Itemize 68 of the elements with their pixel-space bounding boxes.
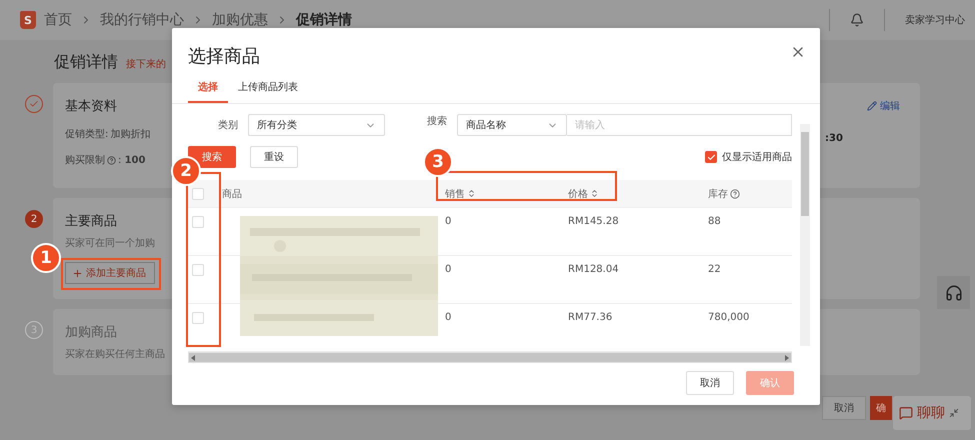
table-cell-text: 0 — [445, 216, 452, 227]
table-cell-text: 0 — [445, 264, 452, 275]
sort-icon[interactable] — [467, 189, 476, 198]
field-label: 购买限制 — [65, 154, 105, 167]
category-label: 类别 — [218, 118, 238, 132]
column-header[interactable]: 价格 — [568, 186, 588, 200]
table-cell-text: RM77.36 — [568, 312, 614, 323]
reset-button[interactable]: 重设 — [250, 146, 298, 168]
table-cell-text: RM145.28 — [568, 216, 620, 227]
horizontal-scrollbar[interactable] — [188, 352, 792, 363]
pencil-icon — [867, 101, 877, 111]
table-cell-text: 0 — [445, 312, 452, 323]
confirm-button[interactable]: 确 — [870, 396, 892, 420]
breadcrumb-item[interactable]: 首页 — [44, 11, 72, 29]
table-cell-text: 22 — [708, 264, 722, 275]
breadcrumb-item[interactable]: 促销详情 — [296, 11, 352, 29]
edit-link[interactable]: 编辑 — [867, 99, 900, 113]
column-header: 商品 — [222, 188, 242, 200]
chat-label: 聊聊 — [917, 404, 945, 422]
search-label: 搜索 — [427, 114, 447, 129]
bell-icon[interactable] — [850, 13, 864, 27]
step-marker: 2 — [25, 210, 43, 228]
row-checkbox[interactable] — [192, 216, 204, 228]
field-value: : 100 — [118, 154, 146, 166]
card-description: 买家可在同一个加购 — [65, 236, 155, 250]
modal-title: 选择商品 — [188, 45, 260, 68]
tab[interactable]: 上传商品列表 — [228, 76, 308, 103]
field-value: :30 — [825, 133, 843, 144]
category-select[interactable]: 所有分类 — [248, 114, 385, 136]
row-checkbox[interactable] — [192, 312, 204, 324]
search-field[interactable]: 请输入 — [567, 114, 792, 136]
card-title: 加购商品 — [65, 324, 117, 341]
breadcrumb-item[interactable]: 加购优惠 — [212, 11, 268, 29]
column-header[interactable]: 销售 — [445, 186, 465, 200]
logo-icon[interactable]: S — [20, 11, 36, 29]
column-header: 库存 — [708, 188, 728, 200]
chat-widget[interactable]: 聊聊 — [893, 396, 971, 430]
field-label: 促销类型: — [65, 128, 108, 141]
field-value: 加购折扣 — [110, 128, 150, 141]
chat-icon — [899, 406, 913, 420]
check-icon — [29, 99, 39, 109]
headset-icon[interactable] — [937, 276, 970, 309]
help-icon — [730, 188, 740, 198]
checkbox-label[interactable]: 仅显示适用商品 — [722, 150, 792, 164]
cancel-button[interactable]: 取消 — [822, 396, 866, 420]
help-link[interactable]: 卖家学习中心 — [905, 13, 965, 27]
add-product-button[interactable]: 添加主要商品 — [65, 262, 155, 284]
step-number-badge: 1 — [31, 243, 61, 273]
select-all-checkbox[interactable] — [192, 188, 204, 200]
sort-icon[interactable] — [590, 189, 599, 198]
page-title: 促销详情 — [54, 52, 118, 73]
vertical-scrollbar[interactable] — [800, 124, 810, 346]
table-cell-text: 780,000 — [708, 312, 750, 323]
help-icon — [107, 156, 116, 164]
minimize-icon[interactable] — [949, 408, 959, 418]
plus-icon — [72, 268, 83, 278]
table-cell-text: 88 — [708, 216, 722, 227]
page-note: 接下来的 — [126, 58, 166, 71]
table-cell-text: RM128.04 — [568, 264, 620, 275]
row-checkbox[interactable] — [192, 264, 204, 276]
card-description: 买家在购买任何主商品 — [65, 348, 165, 361]
cancel-button[interactable]: 取消 — [686, 371, 734, 395]
card-title: 主要商品 — [65, 213, 117, 230]
checkbox[interactable] — [705, 151, 717, 163]
breadcrumb-item[interactable]: 我的行销中心 — [100, 11, 184, 29]
card-title: 基本资料 — [65, 98, 117, 115]
search-type-select[interactable]: 商品名称 — [457, 114, 567, 136]
tab[interactable]: 选择 — [188, 76, 228, 103]
